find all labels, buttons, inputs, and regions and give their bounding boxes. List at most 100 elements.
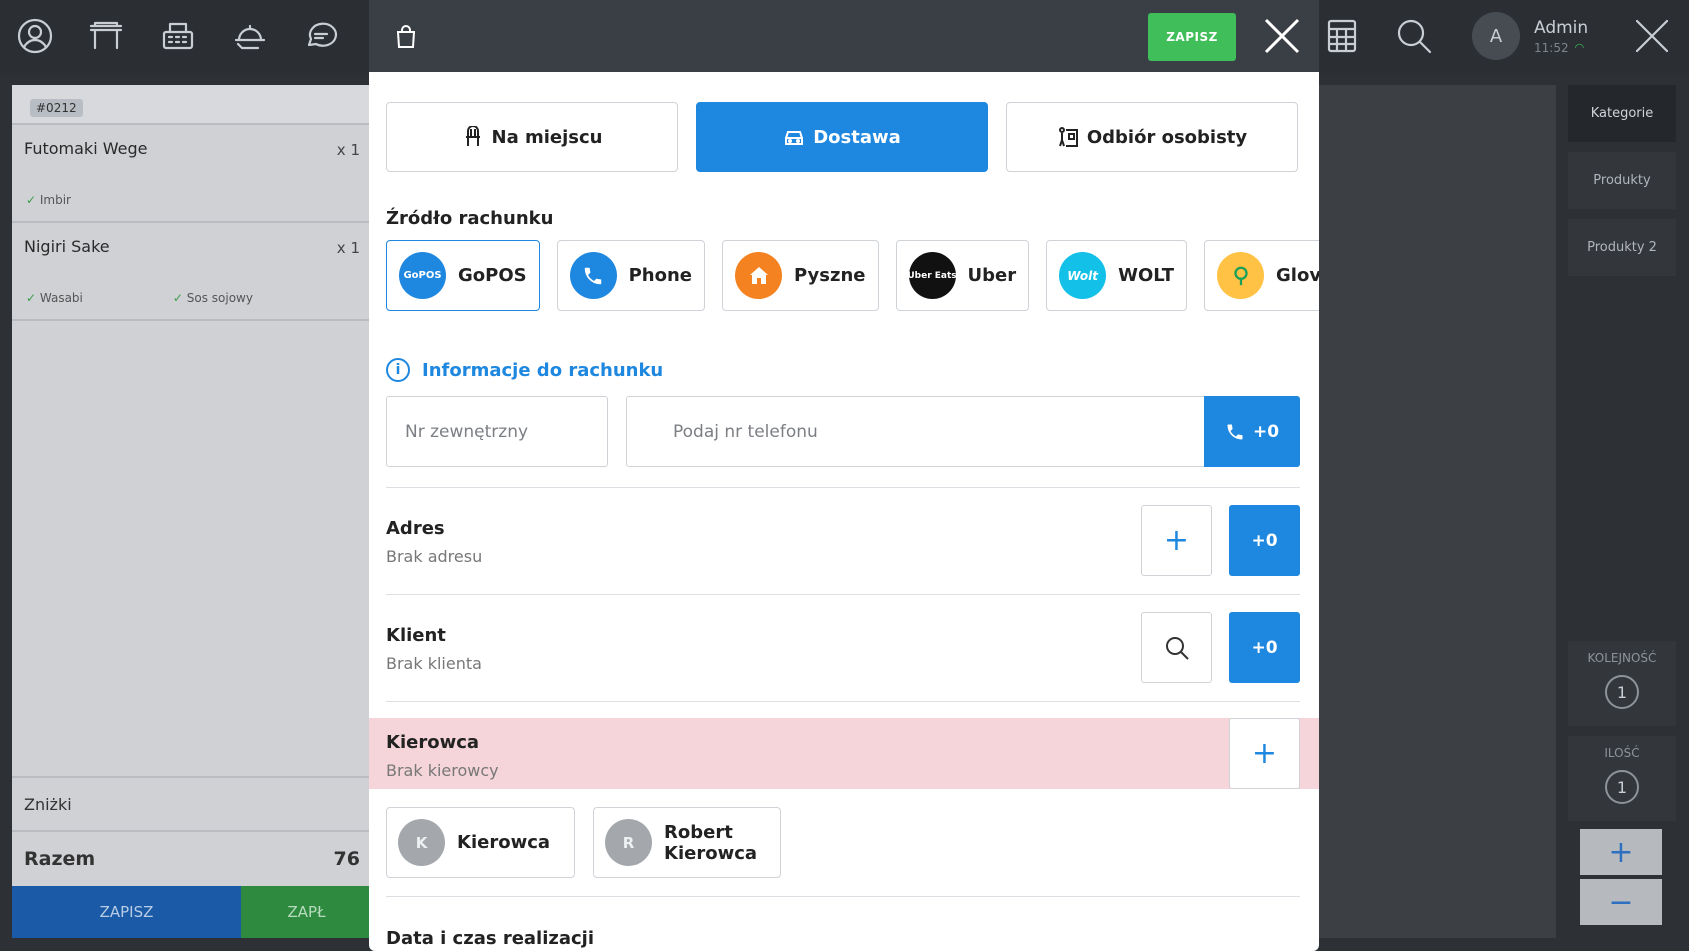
divider	[386, 487, 1300, 488]
close-modal-icon[interactable]	[1262, 16, 1302, 56]
order-item[interactable]: Futomaki Wege x 1 Imbir	[12, 125, 372, 223]
user-info[interactable]: A Admin 11:52 ◠	[1472, 12, 1588, 60]
external-number-input[interactable]	[405, 421, 607, 442]
external-number-field[interactable]	[386, 396, 608, 467]
sequence-value: 1	[1605, 675, 1639, 709]
add-driver-button[interactable]: +	[1229, 718, 1300, 789]
order-save-button[interactable]: ZAPISZ	[12, 886, 241, 938]
uber-eats-logo-icon: Uber Eats	[907, 252, 957, 299]
driver-option[interactable]: R Robert Kierowca	[593, 807, 782, 878]
close-icon[interactable]	[1630, 14, 1674, 58]
sequence-label: KOLEJNOŚĆ	[1587, 651, 1657, 665]
item-qty: x 1	[336, 141, 360, 159]
type-delivery-button[interactable]: Dostawa	[696, 102, 988, 172]
order-number-badge: #0212	[30, 99, 83, 117]
wifi-icon: ◠	[1574, 41, 1585, 54]
driver-label: Kierowca	[386, 732, 480, 753]
driver-list: K Kierowca R Robert Kierowca	[386, 807, 782, 878]
order-item[interactable]: Nigiri Sake x 1 Wasabi Sos sojowy	[12, 223, 372, 321]
phone-icon	[1227, 424, 1243, 439]
wolt-logo-icon: Wolt	[1059, 252, 1107, 299]
sidebar-item-kategorie[interactable]: Kategorie	[1568, 85, 1676, 142]
info-icon: i	[386, 358, 410, 382]
driver-value: Brak kierowcy	[386, 761, 499, 780]
source-title: Źródło rachunku	[386, 208, 554, 229]
search-icon[interactable]	[1392, 14, 1436, 58]
client-count-button[interactable]: +0	[1229, 612, 1300, 683]
pyszne-logo-icon	[735, 252, 783, 299]
total-label: Razem	[24, 848, 96, 870]
address-count-button[interactable]: +0	[1229, 505, 1300, 576]
source-glovo-button[interactable]: Glovo	[1204, 240, 1319, 311]
order-details-modal: ZAPISZ Na miejscu Dostawa Odbiór osobist…	[369, 0, 1319, 951]
driver-avatar: R	[605, 819, 653, 866]
datetime-title: Data i czas realizacji	[386, 928, 595, 949]
chat-icon[interactable]	[299, 14, 343, 58]
plus-icon: +	[1163, 523, 1190, 558]
save-button[interactable]: ZAPISZ	[1148, 13, 1236, 61]
item-modifier: Wasabi	[26, 291, 83, 305]
car-icon	[785, 131, 804, 145]
modal-header: ZAPISZ	[369, 0, 1319, 72]
source-gopos-button[interactable]: GoPOS GoPOS	[386, 240, 540, 311]
avatar: A	[1472, 12, 1520, 60]
seat-icon	[465, 126, 480, 146]
search-client-button[interactable]	[1141, 612, 1212, 683]
pickup-icon	[1058, 127, 1078, 147]
order-sequence-counter[interactable]: KOLEJNOŚĆ 1	[1568, 641, 1676, 726]
item-name: Nigiri Sake	[24, 237, 110, 256]
quantity-label: ILOŚĆ	[1604, 746, 1640, 760]
category-sidebar: Kategorie Produkty Produkty 2	[1568, 85, 1676, 286]
source-uber-button[interactable]: Uber Eats Uber	[895, 240, 1030, 311]
driver-avatar: K	[398, 819, 445, 866]
waiter-tray-icon[interactable]	[228, 14, 272, 58]
divider	[386, 701, 1300, 702]
source-wolt-button[interactable]: Wolt WOLT	[1046, 240, 1188, 311]
item-name: Futomaki Wege	[24, 139, 148, 158]
source-phone-button[interactable]: Phone	[556, 240, 706, 311]
order-type-selector: Na miejscu Dostawa Odbiór osobisty	[386, 102, 1298, 172]
phone-input[interactable]	[673, 421, 1207, 442]
shopping-bag-icon	[393, 24, 419, 50]
driver-option[interactable]: K Kierowca	[386, 807, 576, 878]
gopos-logo-icon: GoPOS	[399, 252, 446, 299]
client-label: Klient	[386, 625, 446, 646]
add-address-button[interactable]: +	[1141, 505, 1212, 576]
item-modifier: Sos sojowy	[173, 291, 253, 305]
calculator-icon[interactable]	[1320, 14, 1364, 58]
item-qty: x 1	[336, 239, 360, 257]
total-value: 76	[333, 848, 360, 870]
plus-icon: +	[1251, 736, 1278, 771]
user-name: Admin	[1534, 17, 1589, 38]
info-section-title: i Informacje do rachunku	[386, 358, 663, 382]
discount-row[interactable]: Zniżki	[12, 776, 372, 830]
client-value: Brak klienta	[386, 654, 482, 673]
increase-button[interactable]: +	[1580, 829, 1662, 875]
decrease-button[interactable]: −	[1580, 879, 1662, 925]
phone-icon	[569, 252, 617, 299]
address-label: Adres	[386, 518, 445, 539]
quantity-counter[interactable]: ILOŚĆ 1	[1568, 736, 1676, 821]
address-value: Brak adresu	[386, 547, 483, 566]
item-modifier: Imbir	[26, 193, 71, 207]
product-area	[1318, 85, 1556, 938]
order-panel: #0212 Futomaki Wege x 1 Imbir Nigiri Sak…	[12, 85, 372, 938]
type-pickup-button[interactable]: Odbiór osobisty	[1006, 102, 1298, 172]
divider	[386, 594, 1300, 595]
source-pyszne-button[interactable]: Pyszne	[722, 240, 879, 311]
glovo-logo-icon	[1217, 252, 1265, 299]
sidebar-item-produkty[interactable]: Produkty	[1568, 152, 1676, 209]
type-dine-in-button[interactable]: Na miejscu	[386, 102, 678, 172]
cash-register-icon[interactable]	[156, 14, 200, 58]
driver-row-warning	[369, 718, 1319, 789]
divider	[386, 896, 1300, 897]
account-icon[interactable]	[13, 14, 57, 58]
sidebar-item-produkty-2[interactable]: Produkty 2	[1568, 219, 1676, 276]
source-selector: GoPOS GoPOS Phone Pyszne Uber Eats Uber …	[386, 240, 1319, 311]
table-icon[interactable]	[84, 14, 128, 58]
phone-prefix-button[interactable]: +0	[1204, 396, 1300, 467]
phone-field[interactable]	[626, 396, 1208, 467]
quantity-value: 1	[1605, 770, 1639, 804]
search-icon	[1165, 636, 1189, 660]
order-pay-button[interactable]: ZAPŁ	[241, 886, 372, 938]
